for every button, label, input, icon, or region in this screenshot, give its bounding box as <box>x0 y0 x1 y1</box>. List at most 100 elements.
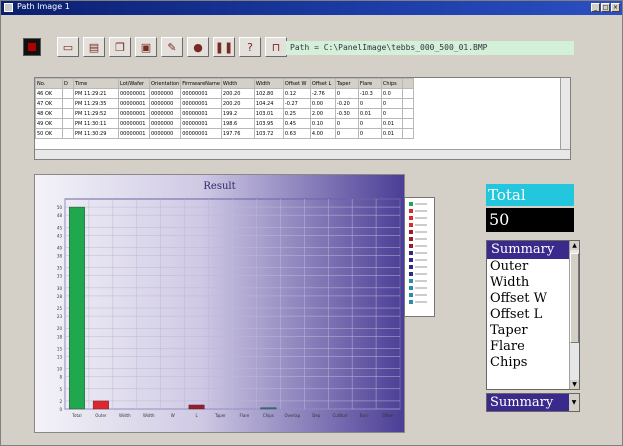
y-tick-label: 45 <box>57 225 63 230</box>
results-grid: No. D Time Lot/Wafer Orientation FirmwareName… <box>35 78 414 139</box>
chart-legend <box>404 197 435 317</box>
x-tick-label: Width <box>143 413 155 418</box>
column-header[interactable]: Lot/Wafer <box>118 78 150 89</box>
x-tick-label: Outer <box>95 413 107 418</box>
summary-scrollbar[interactable]: ▲ ▼ <box>569 241 579 389</box>
y-tick-label: 2 <box>59 399 62 404</box>
legend-swatch <box>409 286 413 290</box>
table-cell <box>401 88 414 99</box>
window-title: Path Image 1 <box>17 2 70 11</box>
table-cell <box>62 118 74 129</box>
summary-dropdown-value: Summary <box>490 395 554 410</box>
chevron-down-icon[interactable]: ▼ <box>569 394 579 411</box>
open-button[interactable]: ▤ <box>83 37 105 57</box>
table-cell: 0 <box>380 98 403 109</box>
column-header[interactable]: Offset L <box>309 78 336 89</box>
table-horizontal-scrollbar[interactable] <box>35 149 570 159</box>
table-row[interactable]: 48 OK PM 11:29:52 00000001 0000000 00000001 1… <box>35 108 414 119</box>
legend-swatch <box>409 223 413 227</box>
result-chart: 02581013151820232528303335384043454850To… <box>57 198 401 418</box>
table-cell: 00000001 <box>118 88 150 99</box>
record-button[interactable]: ● <box>187 37 209 57</box>
column-header[interactable]: Taper <box>334 78 359 89</box>
table-vertical-scrollbar[interactable] <box>560 78 570 151</box>
summary-listbox[interactable]: Summary Outer Width Offset W Offset L Taper F… <box>486 240 580 390</box>
table-cell <box>62 108 74 119</box>
legend-swatch <box>409 265 413 269</box>
y-tick-label: 13 <box>57 355 63 360</box>
summary-list-item[interactable]: Width <box>487 275 579 291</box>
summary-list-item[interactable]: Offset L <box>487 307 579 323</box>
chart-bar <box>68 206 85 410</box>
table-cell: -10.3 <box>357 88 382 99</box>
table-cell: 200.20 <box>220 98 255 109</box>
column-header[interactable]: Width <box>253 78 284 89</box>
column-header[interactable]: Width <box>220 78 255 89</box>
table-row[interactable]: 47 OK PM 11:29:35 00000001 0000000 00000001 2… <box>35 98 414 109</box>
minimize-button[interactable]: _ <box>591 3 600 12</box>
y-tick-label: 28 <box>57 294 63 299</box>
chart-bar <box>260 407 277 410</box>
title-bar[interactable]: Path Image 1 _ □ × <box>1 1 622 15</box>
scroll-thumb[interactable] <box>570 253 579 343</box>
table-cell: 0.0 <box>380 88 403 99</box>
document-icon: ▭ <box>62 40 74 54</box>
legend-swatch <box>409 230 413 234</box>
legend-swatch <box>409 202 413 206</box>
column-header[interactable]: Time <box>73 78 119 89</box>
table-cell <box>62 128 74 139</box>
y-tick-label: 18 <box>57 334 63 339</box>
edit-button[interactable]: ✎ <box>161 37 183 57</box>
table-cell: 00000001 <box>180 108 222 119</box>
table-cell: 0.00 <box>309 98 336 109</box>
summary-list-item[interactable]: Outer <box>487 259 579 275</box>
y-tick-label: 25 <box>57 306 63 311</box>
column-header[interactable]: FirmwareName <box>180 78 222 89</box>
table-row[interactable]: 50 OK PM 11:30:29 00000001 0000000 00000001 1… <box>35 128 414 139</box>
maximize-button[interactable]: □ <box>601 3 610 12</box>
new-file-button[interactable]: ▭ <box>57 37 79 57</box>
column-header[interactable]: Flare <box>357 78 382 89</box>
print-button[interactable]: ▣ <box>135 37 157 57</box>
summary-list-header[interactable]: Summary <box>487 241 569 259</box>
results-table[interactable]: No. D Time Lot/Wafer Orientation FirmwareName… <box>34 77 571 160</box>
scroll-down-icon[interactable]: ▼ <box>570 380 579 389</box>
summary-list-item[interactable]: Offset W <box>487 291 579 307</box>
table-cell: 0 <box>380 108 403 119</box>
summary-list-item[interactable]: Chips <box>487 355 579 371</box>
column-header[interactable]: Offset W <box>282 78 311 89</box>
table-row[interactable]: 46 OK PM 11:29:21 00000001 0000000 00000001 2… <box>35 88 414 99</box>
scroll-up-icon[interactable]: ▲ <box>570 241 579 250</box>
table-cell: 0.01 <box>357 108 382 119</box>
column-header[interactable]: Chips <box>380 78 403 89</box>
chart-bar <box>92 400 109 410</box>
summary-dropdown[interactable]: Summary ▼ <box>486 393 580 412</box>
y-tick-label: 40 <box>57 245 63 250</box>
table-cell: 0 <box>334 128 359 139</box>
table-cell: 0000000 <box>148 108 182 119</box>
table-row[interactable]: 49 OK PM 11:30:11 00000001 0000000 00000001 1… <box>35 118 414 129</box>
table-cell <box>401 108 414 119</box>
help-button[interactable]: ? <box>239 37 261 57</box>
total-value: 50 <box>486 208 574 232</box>
column-header[interactable]: Orientation <box>148 78 182 89</box>
column-header[interactable]: D <box>62 78 74 89</box>
y-tick-label: 43 <box>57 233 63 238</box>
column-header[interactable] <box>401 78 414 89</box>
column-header[interactable]: No. <box>35 78 63 89</box>
chart-bar <box>188 404 205 410</box>
table-cell: 197.76 <box>220 128 255 139</box>
table-cell: 0000000 <box>148 128 182 139</box>
x-tick-label: Burr <box>360 413 369 418</box>
x-tick-label: Other <box>382 413 394 418</box>
legend-swatch <box>409 209 413 213</box>
copy-button[interactable]: ❐ <box>109 37 131 57</box>
close-button[interactable]: × <box>611 3 620 12</box>
pause-button[interactable]: ❚❚ <box>213 37 235 57</box>
summary-list-item[interactable]: Taper <box>487 323 579 339</box>
table-cell: 0.01 <box>380 128 403 139</box>
lock-button[interactable]: ⊓ <box>265 37 287 57</box>
summary-list-item[interactable]: Flare <box>487 339 579 355</box>
stop-button[interactable] <box>23 38 41 56</box>
table-cell: PM 11:30:11 <box>73 118 119 129</box>
